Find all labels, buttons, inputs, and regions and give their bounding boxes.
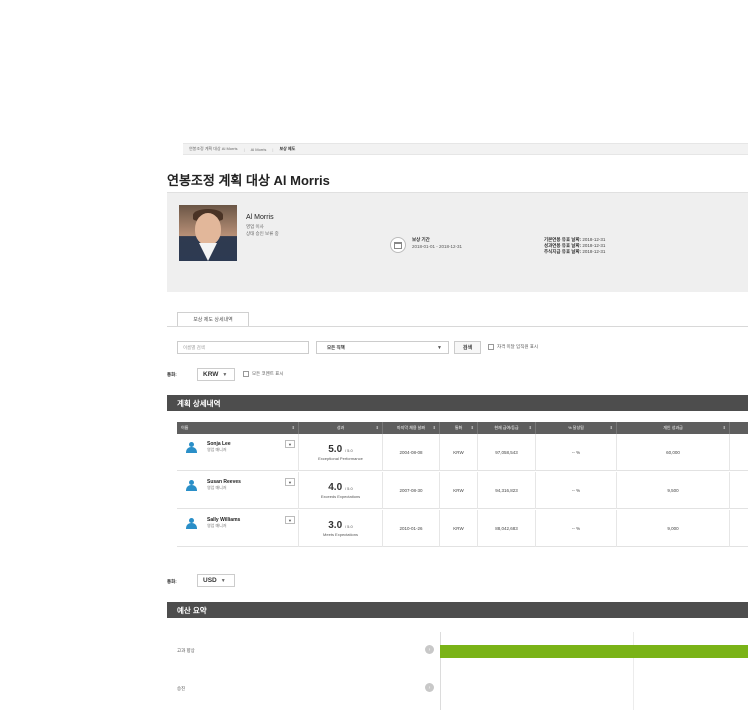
sort-icon: ⬍ bbox=[722, 425, 726, 430]
employee-role: 영업 매니저 bbox=[207, 485, 227, 490]
budget-row-label: 승진 bbox=[177, 686, 186, 691]
chevron-down-icon: ▼ bbox=[222, 371, 228, 378]
row-menu-button[interactable]: ▼ bbox=[285, 440, 295, 448]
column-header-achieved[interactable]: % 달성됨 ⬍ bbox=[536, 422, 617, 434]
budget-row: 고과 향상 › bbox=[167, 640, 748, 662]
calendar-icon bbox=[390, 237, 406, 253]
cell-employee: Susan Reeves 영업 매니저 ▼ bbox=[177, 472, 299, 509]
breadcrumb-item[interactable]: Al Morris bbox=[251, 147, 267, 152]
cell-bonus[interactable]: 9,500 bbox=[617, 472, 730, 509]
profile-card: Al Morris 영업 이사 상태 승인 보류 중 보상 기간 2018-01… bbox=[167, 192, 748, 292]
currency-label: 통화: bbox=[167, 372, 177, 377]
profile-name: Al Morris bbox=[246, 214, 274, 221]
chevron-down-icon: ▼ bbox=[437, 345, 442, 351]
page-title: 연봉조정 계획 대상 Al Morris bbox=[167, 173, 330, 188]
cell-bonus[interactable]: 60,000 bbox=[617, 434, 730, 471]
sort-icon: ⬍ bbox=[470, 425, 474, 430]
sort-icon: ⬍ bbox=[432, 425, 436, 430]
employee-role: 영업 매니저 bbox=[207, 447, 227, 452]
chevron-right-icon[interactable]: › bbox=[425, 683, 434, 692]
breadcrumb-item: 보상 제도 bbox=[279, 146, 296, 151]
cell-salary: 88,042,683 bbox=[478, 510, 536, 547]
cell-bonus[interactable]: 9,000 bbox=[617, 510, 730, 547]
sort-icon: ⬍ bbox=[528, 425, 532, 430]
cell-hire-date: 2007-08-30 bbox=[383, 472, 440, 509]
role-select[interactable]: 모든 직책 ▼ bbox=[316, 341, 449, 354]
budget-summary-header: 예산 요약 bbox=[167, 602, 748, 618]
period-label: 보상 기간 bbox=[412, 237, 430, 242]
row-menu-button[interactable]: ▼ bbox=[285, 516, 295, 524]
search-input[interactable]: 이름별 검색 bbox=[177, 341, 309, 354]
sort-icon: ⬍ bbox=[291, 425, 295, 430]
sort-icon: ⬍ bbox=[375, 425, 379, 430]
plan-details-header: 계획 상세내역 bbox=[167, 395, 748, 411]
table-row: Susan Reeves 영업 매니저 ▼ 4.0 / 5.0 Exceeds … bbox=[177, 472, 748, 509]
chevron-down-icon: ▼ bbox=[288, 441, 292, 447]
budget-row: 승진 › bbox=[167, 678, 748, 700]
column-header-currency[interactable]: 통화 ⬍ bbox=[440, 422, 478, 434]
table-row: Sonja Lee 영업 매니저 ▼ 5.0 / 5.0 Exceptional… bbox=[177, 434, 748, 471]
column-header-hire-date[interactable]: 마지막 채용 날짜 ⬍ bbox=[383, 422, 440, 434]
cell-rating: 4.0 / 5.0 Exceeds Expectations bbox=[299, 472, 383, 509]
avatar bbox=[179, 205, 237, 261]
cell-currency: KRW bbox=[440, 434, 478, 471]
budget-currency-label: 통화: bbox=[167, 579, 177, 584]
column-header-name[interactable]: 이름 ⬍ bbox=[177, 422, 299, 434]
cell-salary: 97,058,543 bbox=[478, 434, 536, 471]
table-row: Sally Williams 영업 매니저 ▼ 3.0 / 5.0 Meets … bbox=[177, 510, 748, 547]
cell-hire-date: 2004-08-08 bbox=[383, 434, 440, 471]
cell-currency: KRW bbox=[440, 510, 478, 547]
tab-plan-details[interactable]: 보상 제도 상세내역 bbox=[177, 312, 249, 326]
person-icon bbox=[186, 480, 197, 491]
breadcrumb-separator: | bbox=[272, 146, 274, 152]
currency-select-usd[interactable]: USD ▼ bbox=[197, 574, 235, 587]
cell-employee: Sonja Lee 영업 매니저 ▼ bbox=[177, 434, 299, 471]
cell-achieved: -- % bbox=[536, 472, 617, 509]
search-button[interactable]: 검색 bbox=[454, 341, 481, 354]
breadcrumb-separator: | bbox=[243, 146, 245, 152]
cell-currency: KRW bbox=[440, 472, 478, 509]
breadcrumb: 연봉조정 계획 대상 Al Morris | Al Morris | 보상 제도 bbox=[183, 143, 748, 155]
cell-salary: 94,316,823 bbox=[478, 472, 536, 509]
column-header-rating[interactable]: 성과 ⬍ bbox=[299, 422, 383, 434]
show-ineligible-checkbox[interactable]: 자격 미달 임직원 표시 bbox=[488, 344, 538, 350]
chevron-down-icon: ▼ bbox=[220, 577, 226, 584]
period-value: 2018-01-01 - 2018-12-31 bbox=[412, 244, 463, 249]
show-comments-checkbox[interactable]: 모든 코멘트 표시 bbox=[243, 371, 283, 377]
expiry-stock: 주식지급 유효 날짜: 2018-12-31 bbox=[544, 249, 606, 254]
cell-hire-date: 2010-01-26 bbox=[383, 510, 440, 547]
cell-rating: 3.0 / 5.0 Meets Expectations bbox=[299, 510, 383, 547]
sort-icon: ⬍ bbox=[609, 425, 613, 430]
chevron-right-icon[interactable]: › bbox=[425, 645, 434, 654]
person-icon bbox=[186, 442, 197, 453]
checkbox-icon[interactable] bbox=[243, 371, 249, 377]
chevron-down-icon: ▼ bbox=[288, 479, 292, 485]
table-header: 이름 ⬍ 성과 ⬍ 마지막 채용 날짜 ⬍ 통화 ⬍ 현재 급여/등급 ⬍ % 달성됨 ⬍ … bbox=[177, 422, 748, 434]
column-header-salary[interactable]: 현재 급여/등급 ⬍ bbox=[478, 422, 536, 434]
tab-divider bbox=[167, 326, 748, 327]
row-menu-button[interactable]: ▼ bbox=[285, 478, 295, 486]
breadcrumb-item[interactable]: 연봉조정 계획 대상 Al Morris bbox=[189, 146, 238, 152]
cell-employee: Sally Williams 영업 매니저 ▼ bbox=[177, 510, 299, 547]
budget-bar bbox=[440, 645, 748, 658]
cell-achieved: -- % bbox=[536, 434, 617, 471]
currency-select-krw[interactable]: KRW ▼ bbox=[197, 368, 235, 381]
employee-role: 영업 매니저 bbox=[207, 523, 227, 528]
cell-achieved: -- % bbox=[536, 510, 617, 547]
profile-status: 상태 승인 보류 중 bbox=[246, 231, 279, 236]
budget-row-label: 고과 향상 bbox=[177, 648, 195, 653]
checkbox-icon[interactable] bbox=[488, 344, 494, 350]
person-icon bbox=[186, 518, 197, 529]
chevron-down-icon: ▼ bbox=[288, 517, 292, 523]
cell-rating: 5.0 / 5.0 Exceptional Performance bbox=[299, 434, 383, 471]
column-header-bonus[interactable]: 개인 성과급 ⬍ bbox=[617, 422, 730, 434]
profile-title: 영업 이사 bbox=[246, 224, 264, 229]
